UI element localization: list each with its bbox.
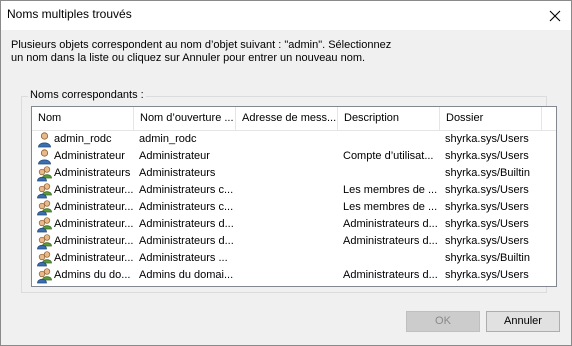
list-cell: Administrateurs d... xyxy=(343,269,438,281)
column-header-email[interactable]: Adresse de mess... xyxy=(236,107,338,130)
column-header-folder[interactable]: Dossier xyxy=(440,107,542,130)
title-bar: Noms multiples trouvés xyxy=(1,1,571,30)
list-row[interactable]: Administrateur... Administrateurs c... Les… xyxy=(32,199,556,216)
list-cell: Administrateurs xyxy=(139,167,216,179)
window-title: Noms multiples trouvés xyxy=(7,7,132,21)
list-cell: shyrka.sys/Builtin xyxy=(445,252,530,264)
list-cell: Administrateur... xyxy=(54,184,134,196)
matches-group-label: Noms correspondants : xyxy=(28,89,146,101)
list-cell: Administrateurs d... xyxy=(343,218,438,230)
user-icon xyxy=(36,148,53,165)
group-icon xyxy=(36,233,53,250)
list-cell: shyrka.sys/Users xyxy=(445,184,529,196)
list-cell xyxy=(343,250,439,267)
list-row[interactable]: Administrateur... Administrateurs d... Adm… xyxy=(32,233,556,250)
list-cell: Administrateurs d... xyxy=(139,218,234,230)
list-cell xyxy=(343,131,439,148)
user-icon xyxy=(36,131,53,148)
list-cell: Administrateur xyxy=(54,150,125,162)
list-cell: shyrka.sys/Users xyxy=(445,201,529,213)
list-cell: Administrateur xyxy=(139,150,210,162)
list-cell: Admins du do... xyxy=(54,269,131,281)
list-cell: Les membres de ... xyxy=(343,184,438,196)
list-cell: Administrateur... xyxy=(54,218,134,230)
group-icon xyxy=(36,216,53,233)
group-icon xyxy=(36,267,53,284)
list-cell xyxy=(241,148,337,165)
cancel-button[interactable]: Annuler xyxy=(486,311,560,332)
matches-list[interactable]: Nom Nom d’ouverture ... Adresse de mess.… xyxy=(31,106,557,287)
list-row[interactable]: Administrateur Administrateur Compte d’uti… xyxy=(32,148,556,165)
close-button[interactable] xyxy=(539,1,571,30)
list-cell: shyrka.sys/Users xyxy=(445,218,529,230)
list-cell xyxy=(241,233,337,250)
list-cell: Administrateurs d... xyxy=(343,235,438,247)
list-cell: Administrateurs d... xyxy=(139,235,234,247)
list-row[interactable]: Administrateur... Administrateurs d... Adm… xyxy=(32,216,556,233)
column-header-description[interactable]: Description xyxy=(338,107,440,130)
instruction-line-2: un nom dans la liste ou cliquez sur Annu… xyxy=(11,52,366,64)
column-header-name[interactable]: Nom xyxy=(32,107,134,130)
column-header-logon-name[interactable]: Nom d’ouverture ... xyxy=(134,107,236,130)
instruction-line-1: Plusieurs objets correspondent au nom d’… xyxy=(11,39,392,51)
group-icon xyxy=(36,182,53,199)
list-cell: shyrka.sys/Users xyxy=(445,150,529,162)
list-row[interactable]: admin_rodc admin_rodc shyrka.sys/Users xyxy=(32,131,556,148)
list-cell: Administrateur... xyxy=(54,252,134,264)
group-icon xyxy=(36,250,53,267)
list-cell: Administrateur... xyxy=(54,235,134,247)
group-icon xyxy=(36,165,53,182)
list-row[interactable]: Admins du do... Admins du domai... Adminis… xyxy=(32,267,556,284)
list-cell xyxy=(241,250,337,267)
list-cell xyxy=(343,165,439,182)
list-cell: shyrka.sys/Users xyxy=(445,235,529,247)
list-cell: shyrka.sys/Users xyxy=(445,133,529,145)
list-cell: admin_rodc xyxy=(54,133,112,145)
list-cell: Administrateurs c... xyxy=(139,184,234,196)
list-cell: Administrateurs ... xyxy=(139,252,228,264)
close-icon xyxy=(549,10,561,21)
list-cell xyxy=(241,199,337,216)
list-cell xyxy=(241,267,337,284)
list-cell: Administrateurs xyxy=(54,167,131,179)
list-cell: shyrka.sys/Builtin xyxy=(445,167,530,179)
list-cell xyxy=(241,216,337,233)
ok-button[interactable]: OK xyxy=(406,311,480,332)
list-cell: Administrateur... xyxy=(54,201,134,213)
list-row[interactable]: Administrateurs Administrateurs shyrka.sys… xyxy=(32,165,556,182)
list-cell xyxy=(241,131,337,148)
list-cell: Compte d’utilisat... xyxy=(343,150,434,162)
list-row[interactable]: Administrateur... Administrateurs ... shyr… xyxy=(32,250,556,267)
list-cell xyxy=(241,182,337,199)
list-header: Nom Nom d’ouverture ... Adresse de mess.… xyxy=(32,107,556,131)
list-cell: Administrateurs c... xyxy=(139,201,234,213)
list-cell: Admins du domai... xyxy=(139,269,234,281)
list-cell: Les membres de ... xyxy=(343,201,438,213)
list-cell: shyrka.sys/Users xyxy=(445,269,529,281)
list-cell: admin_rodc xyxy=(139,133,197,145)
list-cell xyxy=(241,165,337,182)
instruction-text: Plusieurs objets correspondent au nom d’… xyxy=(11,39,531,65)
list-row[interactable]: Administrateur... Administrateurs c... Les… xyxy=(32,182,556,199)
group-icon xyxy=(36,199,53,216)
